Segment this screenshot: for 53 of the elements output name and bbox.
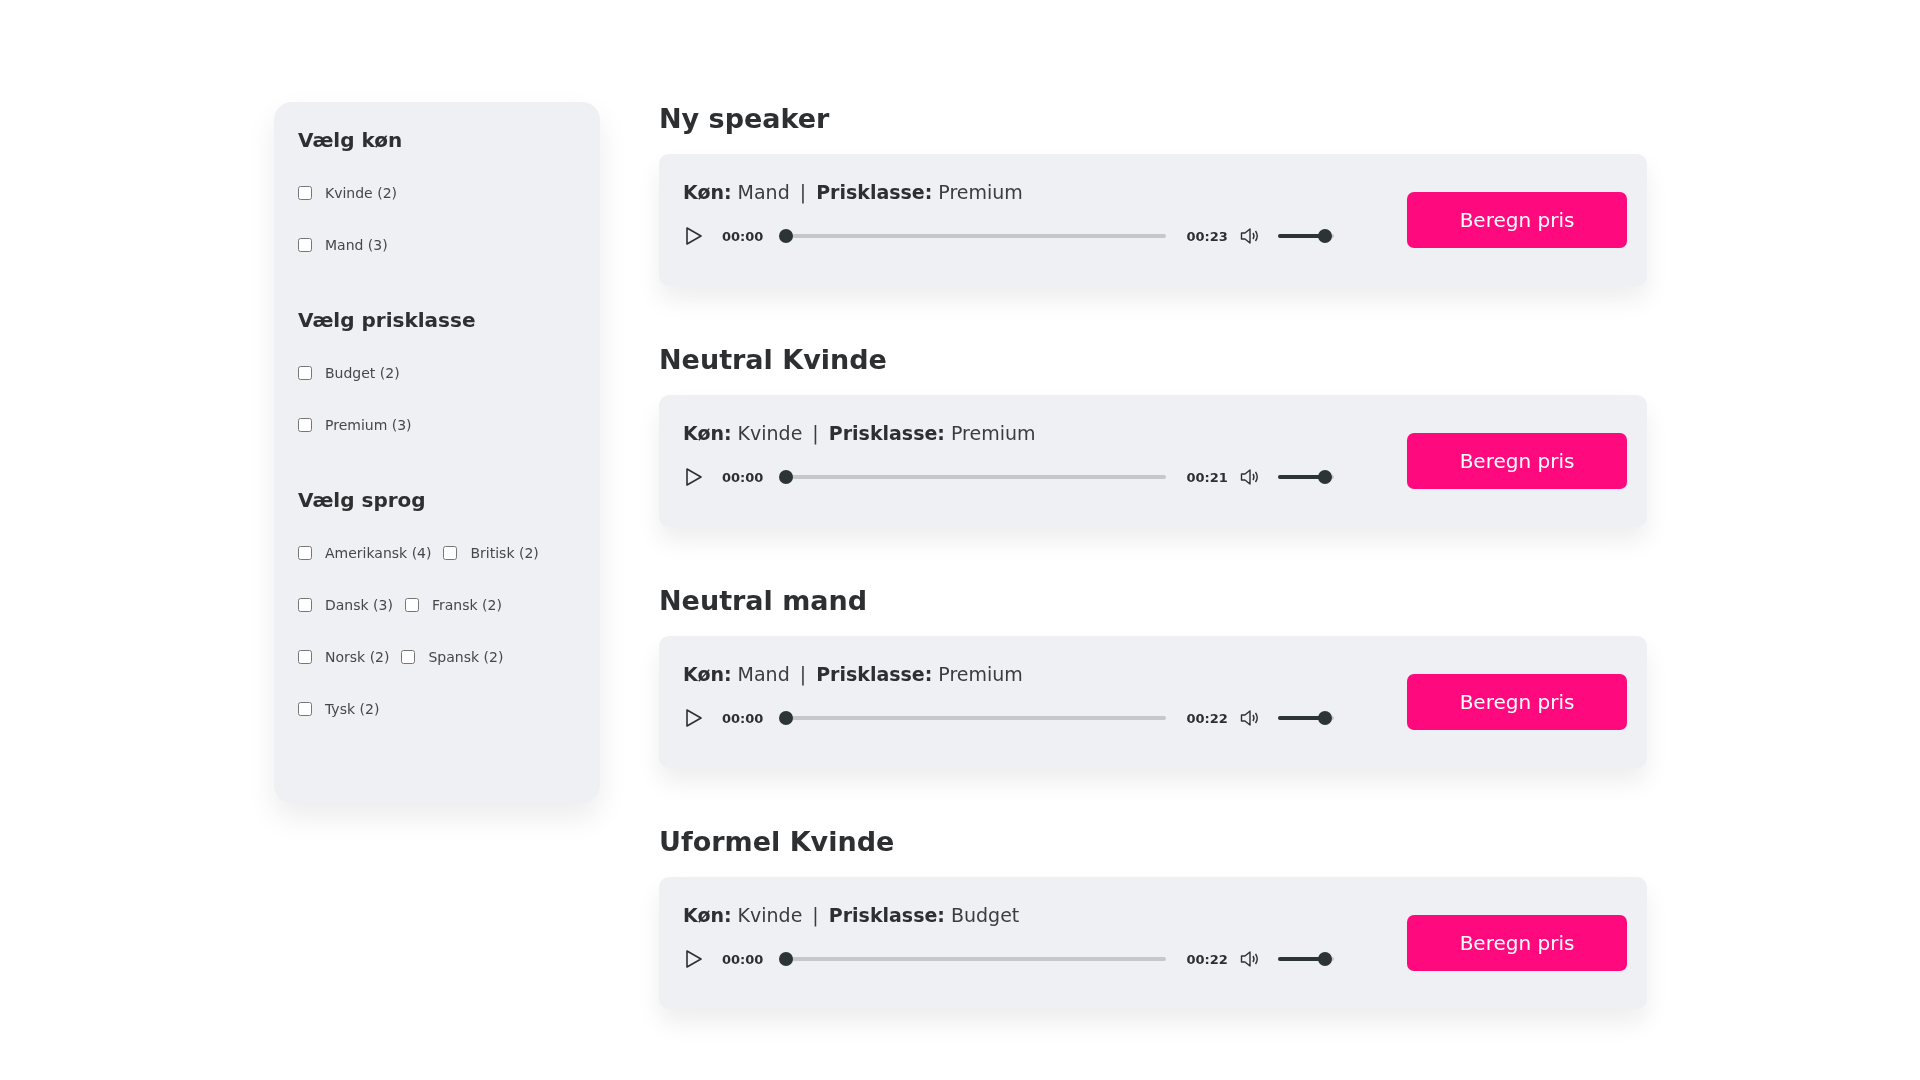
checkbox-label[interactable]: Amerikansk (4) (325, 543, 432, 563)
speaker-name: Neutral mand (659, 584, 869, 618)
play-icon[interactable] (685, 226, 703, 246)
checkbox[interactable] (298, 650, 312, 664)
current-time: 00:00 (722, 710, 764, 726)
checkbox[interactable] (298, 702, 312, 716)
checkbox[interactable] (298, 238, 312, 252)
current-time: 00:00 (722, 469, 764, 485)
duration: 00:21 (1186, 469, 1228, 485)
speaker-name: Neutral Kvinde (659, 343, 888, 377)
volume-icon[interactable] (1239, 227, 1260, 245)
current-time: 00:00 (722, 951, 764, 967)
checkbox[interactable] (298, 546, 312, 560)
checkbox-label[interactable]: Fransk (2) (431, 595, 502, 615)
duration: 00:22 (1186, 710, 1228, 726)
calculate-price-button[interactable]: Beregn pris (1407, 915, 1627, 971)
calculate-price-button[interactable]: Beregn pris (1407, 674, 1627, 730)
volume-icon[interactable] (1239, 468, 1260, 486)
checkbox-label[interactable]: Spansk (2) (428, 647, 504, 667)
volume-icon[interactable] (1239, 950, 1260, 968)
checkbox[interactable] (298, 598, 312, 612)
checkbox-label[interactable]: Premium (3) (325, 415, 412, 435)
checkbox[interactable] (298, 418, 312, 432)
speaker-name: Uformel Kvinde (659, 825, 896, 859)
checkbox-label[interactable]: Norsk (2) (325, 647, 390, 667)
play-icon[interactable] (685, 467, 703, 487)
current-time: 00:00 (722, 228, 764, 244)
speaker-info: Køn: Kvinde | Prisklasse: Budget (683, 903, 1021, 927)
checkbox-label[interactable]: Dansk (3) (325, 595, 393, 615)
checkbox-label[interactable]: Budget (2) (325, 363, 400, 383)
calculate-price-button[interactable]: Beregn pris (1407, 192, 1627, 248)
checkbox[interactable] (404, 598, 419, 612)
speaker-info: Køn: Kvinde | Prisklasse: Premium (683, 421, 1037, 445)
checkbox[interactable] (443, 546, 458, 560)
filter-heading: Vælg prisklasse (298, 307, 477, 333)
speaker-info: Køn: Mand | Prisklasse: Premium (683, 662, 1024, 686)
volume-icon[interactable] (1239, 709, 1260, 727)
checkbox-label[interactable]: Kvinde (2) (325, 183, 397, 203)
checkbox-label[interactable]: Tysk (2) (325, 699, 380, 719)
filter-heading: Vælg sprog (298, 487, 427, 513)
play-icon[interactable] (685, 949, 703, 969)
checkbox-label[interactable]: Britisk (2) (470, 543, 539, 563)
checkbox[interactable] (401, 650, 416, 664)
speaker-info: Køn: Mand | Prisklasse: Premium (683, 180, 1024, 204)
checkbox-label[interactable]: Mand (3) (325, 235, 388, 255)
filter-heading: Vælg køn (298, 127, 404, 153)
duration: 00:23 (1186, 228, 1228, 244)
checkbox[interactable] (298, 366, 312, 380)
speaker-name: Ny speaker (659, 102, 831, 136)
duration: 00:22 (1186, 951, 1228, 967)
calculate-price-button[interactable]: Beregn pris (1407, 433, 1627, 489)
checkbox[interactable] (298, 186, 312, 200)
play-icon[interactable] (685, 708, 703, 728)
